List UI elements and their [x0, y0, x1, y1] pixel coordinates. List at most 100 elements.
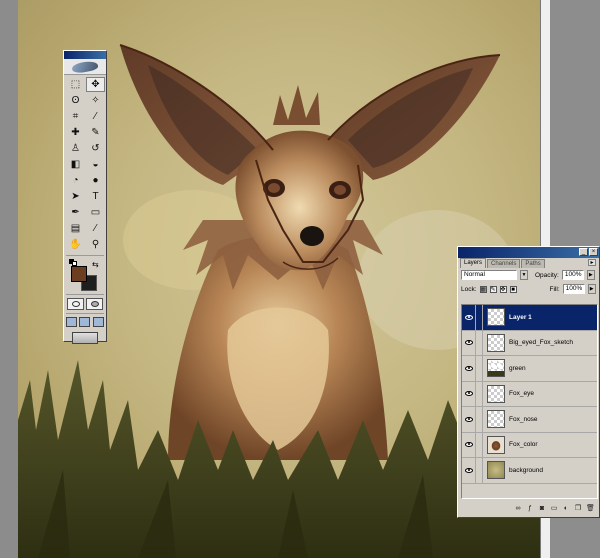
- layer-name: background: [509, 466, 543, 474]
- lock-image-icon[interactable]: ✎: [489, 285, 497, 293]
- layer-name: Layer 1: [509, 313, 532, 321]
- layer-row[interactable]: Fox_eye: [462, 381, 597, 407]
- paint-bucket-tool-icon[interactable]: ◒: [86, 157, 105, 172]
- link-cell[interactable]: [476, 356, 483, 381]
- notes-tool-icon[interactable]: ▤: [66, 221, 85, 236]
- eye-icon: [464, 365, 473, 371]
- close-icon[interactable]: ×: [589, 248, 598, 256]
- visibility-toggle[interactable]: [462, 458, 476, 483]
- adjustment-layer-icon[interactable]: ◐: [562, 505, 570, 513]
- opacity-label: Opacity:: [535, 271, 559, 279]
- eye-icon: [464, 416, 473, 422]
- link-cell[interactable]: [476, 381, 483, 406]
- standard-mode-button[interactable]: [67, 298, 84, 310]
- visibility-toggle[interactable]: [462, 356, 476, 381]
- layer-name: Fox_eye: [509, 390, 534, 398]
- layer-row[interactable]: Layer 1: [462, 305, 597, 331]
- layer-name: Big_eyed_Fox_sketch: [509, 339, 573, 347]
- tab-channels[interactable]: Channels: [487, 259, 521, 268]
- visibility-toggle[interactable]: [462, 330, 476, 355]
- swap-colors-icon[interactable]: ⇆: [92, 260, 99, 269]
- toolbox-titlebar[interactable]: [64, 51, 106, 59]
- magic-wand-tool-icon[interactable]: ✧: [86, 93, 105, 108]
- trash-icon[interactable]: 🗑: [586, 505, 595, 513]
- visibility-toggle[interactable]: [462, 381, 476, 406]
- dodge-tool-icon[interactable]: ●: [86, 173, 105, 188]
- photoshop-feather-logo[interactable]: [64, 59, 106, 75]
- layer-row[interactable]: green: [462, 356, 597, 382]
- photoshop-workspace: ⬚ ✥ ʘ ✧ ⌗ ⁄ ✚ ✎ ♙ ↺ ◧ ◒ ◔ ● ➤ T ✒ ▭ ▤ ⁄ ✋ ⚲ ⇆ _ × Layers Cha: [0, 0, 600, 558]
- lock-transparency-icon[interactable]: ▦: [479, 285, 487, 293]
- shape-tool-icon[interactable]: ▭: [86, 205, 105, 220]
- tab-layers[interactable]: Layers: [460, 258, 487, 268]
- new-layer-icon[interactable]: ❐: [574, 505, 582, 513]
- zoom-tool-icon[interactable]: ⚲: [86, 237, 105, 252]
- layer-thumbnail: [487, 435, 505, 454]
- new-set-icon[interactable]: ▭: [550, 505, 558, 513]
- layer-row[interactable]: Fox_nose: [462, 407, 597, 433]
- layer-thumbnail: [487, 333, 505, 352]
- default-colors-icon[interactable]: [69, 259, 77, 266]
- brush-tool-icon[interactable]: ✎: [86, 125, 105, 140]
- link-cell[interactable]: [476, 432, 483, 457]
- opacity-arrow-icon[interactable]: ▶: [586, 270, 595, 280]
- hand-tool-icon[interactable]: ✋: [66, 237, 85, 252]
- layers-palette: _ × Layers Channels Paths ▸ Normal ▼ Opa…: [457, 246, 600, 518]
- fill-field[interactable]: 100%: [562, 284, 585, 294]
- marquee-tool-icon[interactable]: ⬚: [66, 77, 85, 92]
- link-icon[interactable]: ∞: [514, 505, 522, 513]
- lasso-tool-icon[interactable]: ʘ: [66, 93, 85, 108]
- foreground-color-swatch[interactable]: [71, 266, 87, 282]
- standard-screen-mode-button[interactable]: [66, 317, 78, 327]
- chevron-down-icon[interactable]: ▼: [520, 270, 528, 280]
- pen-tool-icon[interactable]: ✒: [66, 205, 85, 220]
- history-brush-tool-icon[interactable]: ↺: [86, 141, 105, 156]
- layer-name: Fox_color: [509, 441, 538, 449]
- lock-all-icon[interactable]: ■: [509, 285, 517, 293]
- full-screen-menu-mode-button[interactable]: [79, 317, 91, 327]
- full-screen-mode-button[interactable]: [92, 317, 104, 327]
- eraser-tool-icon[interactable]: ◧: [66, 157, 85, 172]
- healing-brush-tool-icon[interactable]: ✚: [66, 125, 85, 140]
- blur-tool-icon[interactable]: ◔: [66, 173, 85, 188]
- type-tool-icon[interactable]: T: [86, 189, 105, 204]
- mask-icon[interactable]: ◙: [538, 505, 546, 513]
- slice-tool-icon[interactable]: ⁄: [86, 109, 105, 124]
- layer-row[interactable]: background: [462, 458, 597, 484]
- link-cell[interactable]: [476, 305, 483, 330]
- layer-name: green: [509, 364, 526, 372]
- layers-titlebar[interactable]: _ ×: [458, 247, 599, 258]
- opacity-field[interactable]: 100%: [561, 270, 584, 280]
- link-cell[interactable]: [476, 458, 483, 483]
- link-cell[interactable]: [476, 407, 483, 432]
- minimize-icon[interactable]: _: [579, 248, 588, 256]
- tab-paths[interactable]: Paths: [521, 259, 545, 268]
- move-tool-icon[interactable]: ✥: [86, 77, 105, 92]
- visibility-toggle[interactable]: [462, 305, 476, 330]
- layer-thumbnail: [487, 384, 505, 403]
- quick-mask-mode-button[interactable]: [86, 298, 103, 310]
- layer-style-icon[interactable]: ƒ: [526, 505, 534, 513]
- fill-label: Fill:: [549, 285, 560, 293]
- tool-grid: ⬚ ✥ ʘ ✧ ⌗ ⁄ ✚ ✎ ♙ ↺ ◧ ◒ ◔ ● ➤ T ✒ ▭ ▤ ⁄ ✋ ⚲: [64, 75, 106, 254]
- palette-menu-icon[interactable]: ▸: [588, 259, 596, 266]
- eyedropper-tool-icon[interactable]: ⁄: [86, 221, 105, 236]
- fill-arrow-icon[interactable]: ▶: [587, 284, 596, 294]
- layer-row[interactable]: Big_eyed_Fox_sketch: [462, 330, 597, 356]
- eye-icon: [464, 442, 473, 448]
- layer-thumbnail: [487, 410, 505, 429]
- lock-position-icon[interactable]: ✥: [499, 285, 507, 293]
- visibility-toggle[interactable]: [462, 407, 476, 432]
- blend-mode-select[interactable]: Normal: [461, 270, 517, 280]
- eye-icon: [464, 314, 473, 320]
- lock-label: Lock:: [461, 285, 477, 293]
- layer-row[interactable]: Fox_color: [462, 432, 597, 458]
- clone-stamp-tool-icon[interactable]: ♙: [66, 141, 85, 156]
- path-selection-tool-icon[interactable]: ➤: [66, 189, 85, 204]
- eye-icon: [464, 467, 473, 473]
- crop-tool-icon[interactable]: ⌗: [66, 109, 85, 124]
- link-cell[interactable]: [476, 330, 483, 355]
- visibility-toggle[interactable]: [462, 432, 476, 457]
- layer-list: Layer 1 Big_eyed_Fox_sketchgreen Fox_eye Fo…: [461, 304, 598, 499]
- jump-to-imageready-button[interactable]: [72, 332, 98, 344]
